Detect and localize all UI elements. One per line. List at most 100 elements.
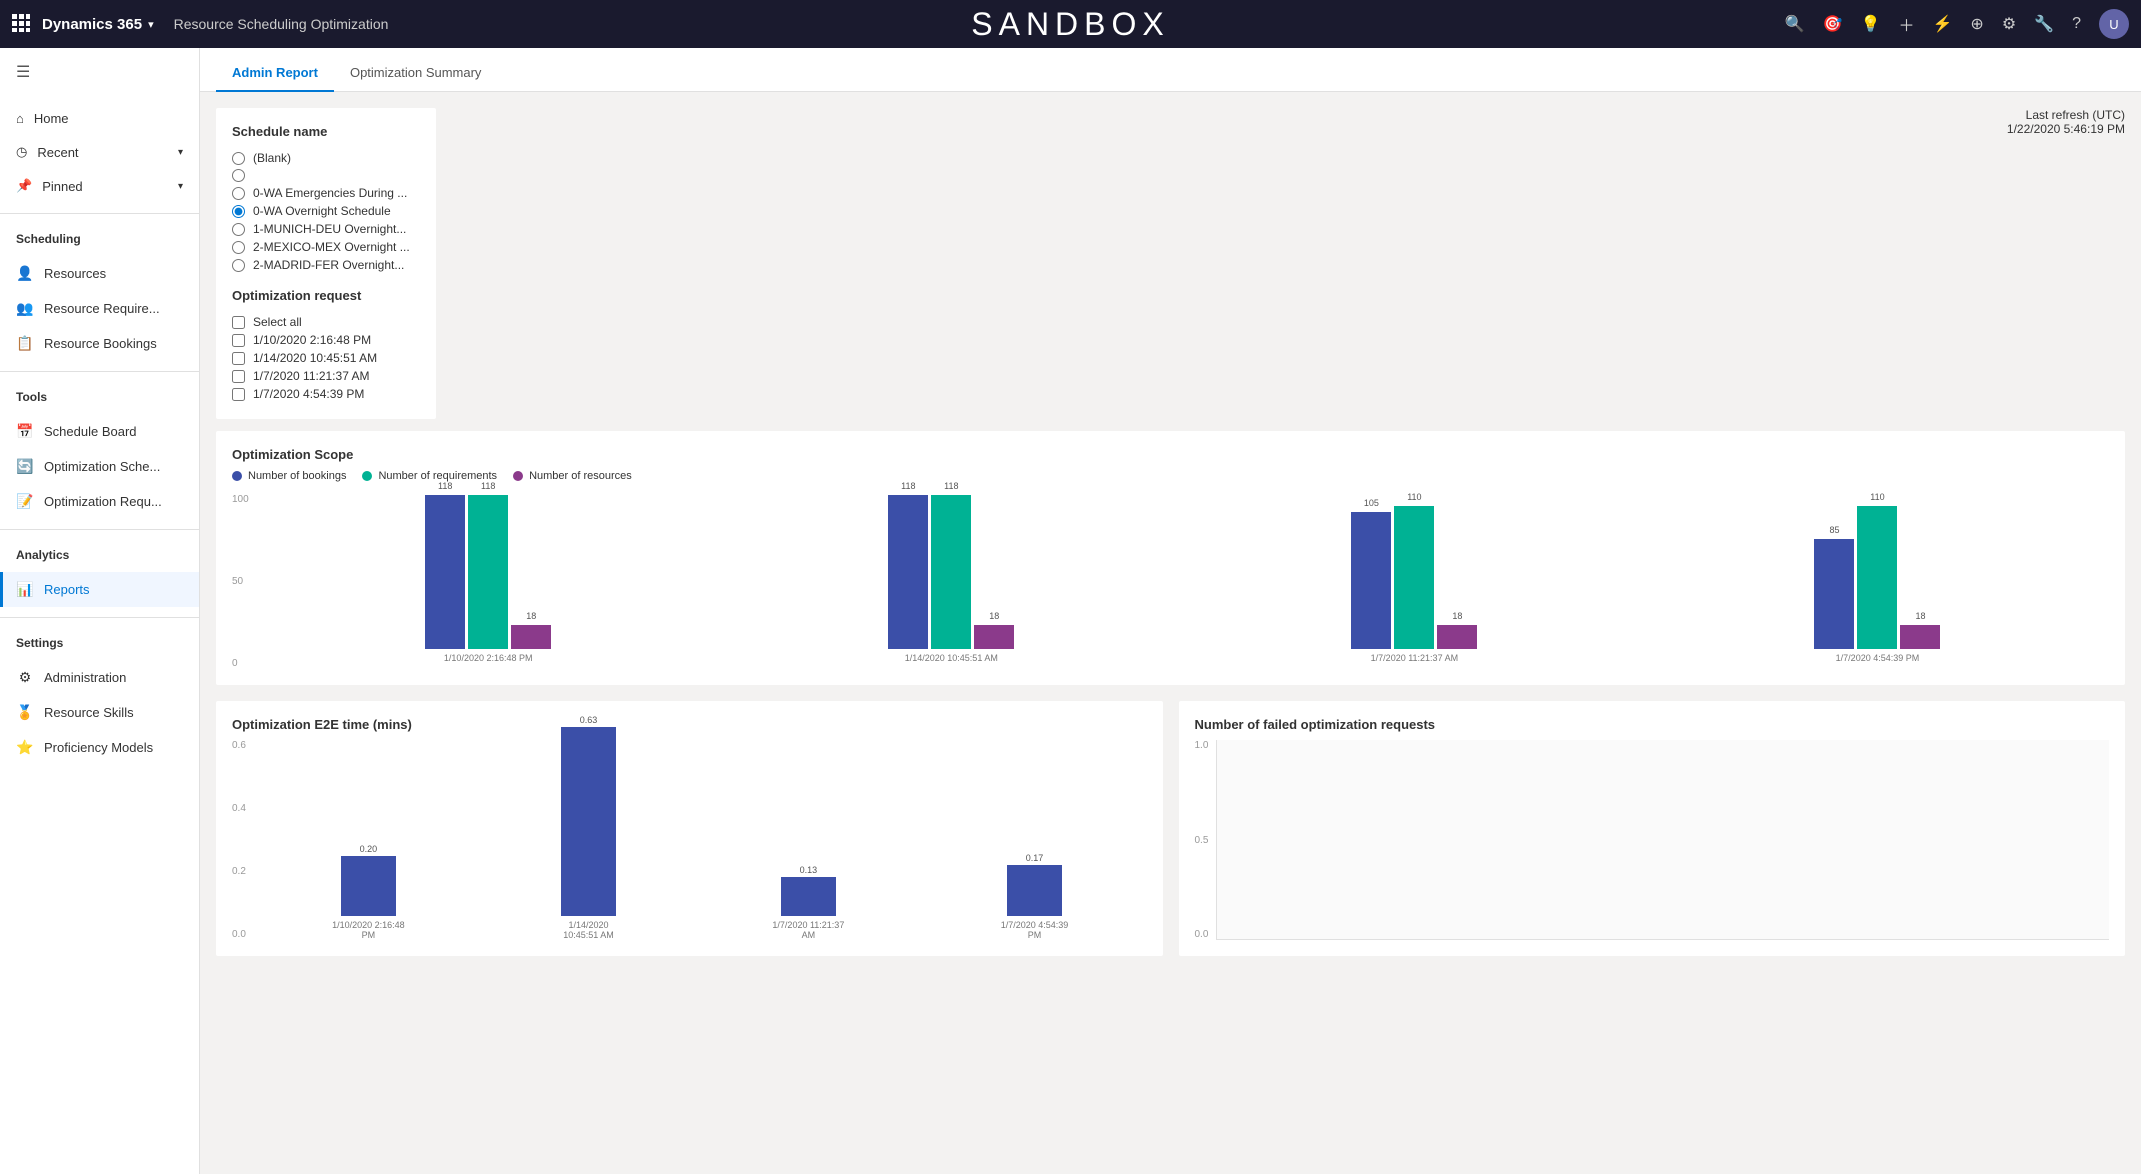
schedule-radio-emergencies[interactable] [232, 187, 245, 200]
optimization-req-icon: 📝 [16, 493, 34, 510]
grid-icon[interactable] [12, 14, 30, 35]
sidebar: ☰ ⌂ Home ◷ Recent ▾ 📌 Pinned ▾ Schedulin… [0, 48, 200, 1174]
request-label-1: 1/10/2020 2:16:48 PM [253, 333, 371, 347]
schedule-option-overnight[interactable]: 0-WA Overnight Schedule [232, 202, 420, 220]
sidebar-item-resources-label: Resources [44, 266, 106, 281]
request-checkbox-4[interactable] [232, 388, 245, 401]
sidebar-item-resource-skills[interactable]: 🏅 Resource Skills [0, 695, 199, 730]
schedule-options: (Blank) 0-WA Emergencies During ... [232, 149, 420, 274]
bar-label-res-4: 18 [1915, 611, 1925, 621]
zoom-icon[interactable]: ⊕ [1970, 14, 1983, 34]
schedule-option-munich[interactable]: 1-MUNICH-DEU Overnight... [232, 220, 420, 238]
scope-bar-res-3: 18 [1437, 625, 1477, 649]
sidebar-item-resources[interactable]: 👤 Resources [0, 256, 199, 291]
e2e-y-04: 0.4 [232, 803, 246, 814]
sidebar-item-optimization-schedule[interactable]: 🔄 Optimization Sche... [0, 449, 199, 484]
sidebar-item-schedule-board[interactable]: 📅 Schedule Board [0, 414, 199, 449]
sidebar-item-pinned[interactable]: 📌 Pinned ▾ [0, 169, 199, 203]
app-chevron-icon[interactable]: ▾ [148, 18, 154, 31]
content-area: Admin Report Optimization Summary Schedu… [200, 48, 2141, 1174]
schedule-radio-2[interactable] [232, 169, 245, 182]
request-checkbox-2[interactable] [232, 352, 245, 365]
sidebar-item-reports[interactable]: 📊 Reports [0, 572, 199, 607]
schedule-option-2[interactable] [232, 167, 420, 184]
request-checkbox-select-all[interactable] [232, 316, 245, 329]
tools-section: 📅 Schedule Board 🔄 Optimization Sche... … [0, 408, 199, 525]
schedule-option-mexico[interactable]: 2-MEXICO-MEX Overnight ... [232, 238, 420, 256]
sidebar-item-opt-req-label: Optimization Requ... [44, 494, 162, 509]
target-icon[interactable]: 🎯 [1823, 14, 1843, 34]
sidebar-item-resource-requirements[interactable]: 👥 Resource Require... [0, 291, 199, 326]
legend-label-bookings: Number of bookings [248, 470, 346, 482]
sidebar-item-home[interactable]: ⌂ Home [0, 102, 199, 135]
request-option-select-all[interactable]: Select all [232, 313, 420, 331]
bar-fill-req-3 [1394, 506, 1434, 649]
bar-fill-bookings-4 [1814, 539, 1854, 649]
e2e-bar-group-2: 0.63 1/14/202010:45:51 AM [561, 715, 616, 940]
sidebar-item-recent[interactable]: ◷ Recent ▾ [0, 135, 199, 169]
failed-chart-title: Number of failed optimization requests [1195, 717, 2110, 732]
plus-icon[interactable]: ＋ [1898, 12, 1914, 36]
schedule-option-madrid[interactable]: 2-MADRID-FER Overnight... [232, 256, 420, 274]
schedule-label-blank: (Blank) [253, 151, 291, 165]
tab-optimization-summary[interactable]: Optimization Summary [334, 55, 497, 92]
request-checkbox-1[interactable] [232, 334, 245, 347]
request-option-4[interactable]: 1/7/2020 4:54:39 PM [232, 385, 420, 403]
failed-y-05: 0.5 [1195, 835, 1209, 846]
sidebar-item-home-label: Home [34, 111, 69, 126]
sidebar-top-section: ⌂ Home ◷ Recent ▾ 📌 Pinned ▾ [0, 96, 199, 209]
bar-fill-res-2 [974, 625, 1014, 649]
e2e-bar-label-4: 0.17 [1026, 853, 1044, 863]
sidebar-item-opt-schedule-label: Optimization Sche... [44, 459, 160, 474]
gear-icon[interactable]: 🔧 [2034, 14, 2054, 34]
tab-admin-report[interactable]: Admin Report [216, 55, 334, 92]
proficiency-icon: ⭐ [16, 739, 34, 756]
page-title: Resource Scheduling Optimization [174, 16, 389, 32]
search-icon[interactable]: 🔍 [1785, 14, 1805, 34]
sidebar-item-administration-label: Administration [44, 670, 126, 685]
sidebar-item-resource-bookings[interactable]: 📋 Resource Bookings [0, 326, 199, 361]
resource-bookings-icon: 📋 [16, 335, 34, 352]
scope-bar-groups: 118 118 18 [257, 494, 2109, 663]
bottom-charts: Optimization E2E time (mins) 0.6 0.4 0.2… [216, 701, 2125, 956]
sidebar-hamburger[interactable]: ☰ [0, 48, 199, 96]
sidebar-item-resource-skills-label: Resource Skills [44, 705, 134, 720]
schedule-label-overnight: 0-WA Overnight Schedule [253, 204, 391, 218]
e2e-x-label-4: 1/7/2020 4:54:39PM [1001, 920, 1069, 940]
legend-label-resources: Number of resources [529, 470, 632, 482]
sidebar-item-administration[interactable]: ⚙ Administration [0, 660, 199, 695]
scope-bar-bookings-4: 85 [1814, 539, 1854, 649]
avatar[interactable]: U [2099, 9, 2129, 39]
schedule-radio-madrid[interactable] [232, 259, 245, 272]
app-name[interactable]: Dynamics 365 [42, 16, 142, 33]
last-refresh-datetime: 1/22/2020 5:46:19 PM [2007, 122, 2125, 136]
schedule-radio-munich[interactable] [232, 223, 245, 236]
request-checkbox-3[interactable] [232, 370, 245, 383]
schedule-radio-mexico[interactable] [232, 241, 245, 254]
schedule-radio-overnight[interactable] [232, 205, 245, 218]
lightbulb-icon[interactable]: 💡 [1861, 14, 1881, 34]
sidebar-item-proficiency-models[interactable]: ⭐ Proficiency Models [0, 730, 199, 765]
analytics-section: 📊 Reports [0, 566, 199, 613]
help-icon[interactable]: ? [2072, 15, 2081, 33]
filter-icon[interactable]: ⚡ [1933, 14, 1953, 34]
schedule-label-mexico: 2-MEXICO-MEX Overnight ... [253, 240, 410, 254]
schedule-option-blank[interactable]: (Blank) [232, 149, 420, 167]
schedule-option-emergencies[interactable]: 0-WA Emergencies During ... [232, 184, 420, 202]
request-option-2[interactable]: 1/14/2020 10:45:51 AM [232, 349, 420, 367]
settings-cog-icon[interactable]: ⚙ [2002, 14, 2016, 34]
e2e-y-02: 0.2 [232, 866, 246, 877]
sidebar-item-optimization-req[interactable]: 📝 Optimization Requ... [0, 484, 199, 519]
scope-bar-bookings-1: 118 [425, 495, 465, 649]
request-option-3[interactable]: 1/7/2020 11:21:37 AM [232, 367, 420, 385]
schedule-name-title: Schedule name [232, 124, 420, 139]
request-option-1[interactable]: 1/10/2020 2:16:48 PM [232, 331, 420, 349]
e2e-bar-label-3: 0.13 [800, 865, 818, 875]
divider-scheduling [0, 213, 199, 214]
failed-y-00: 0.0 [1195, 929, 1209, 940]
divider-settings [0, 617, 199, 618]
schedule-radio-blank[interactable] [232, 152, 245, 165]
bar-label-res-1: 18 [526, 611, 536, 621]
bar-label-req-2: 118 [944, 481, 958, 491]
scheduling-group-label: Scheduling [0, 218, 199, 250]
